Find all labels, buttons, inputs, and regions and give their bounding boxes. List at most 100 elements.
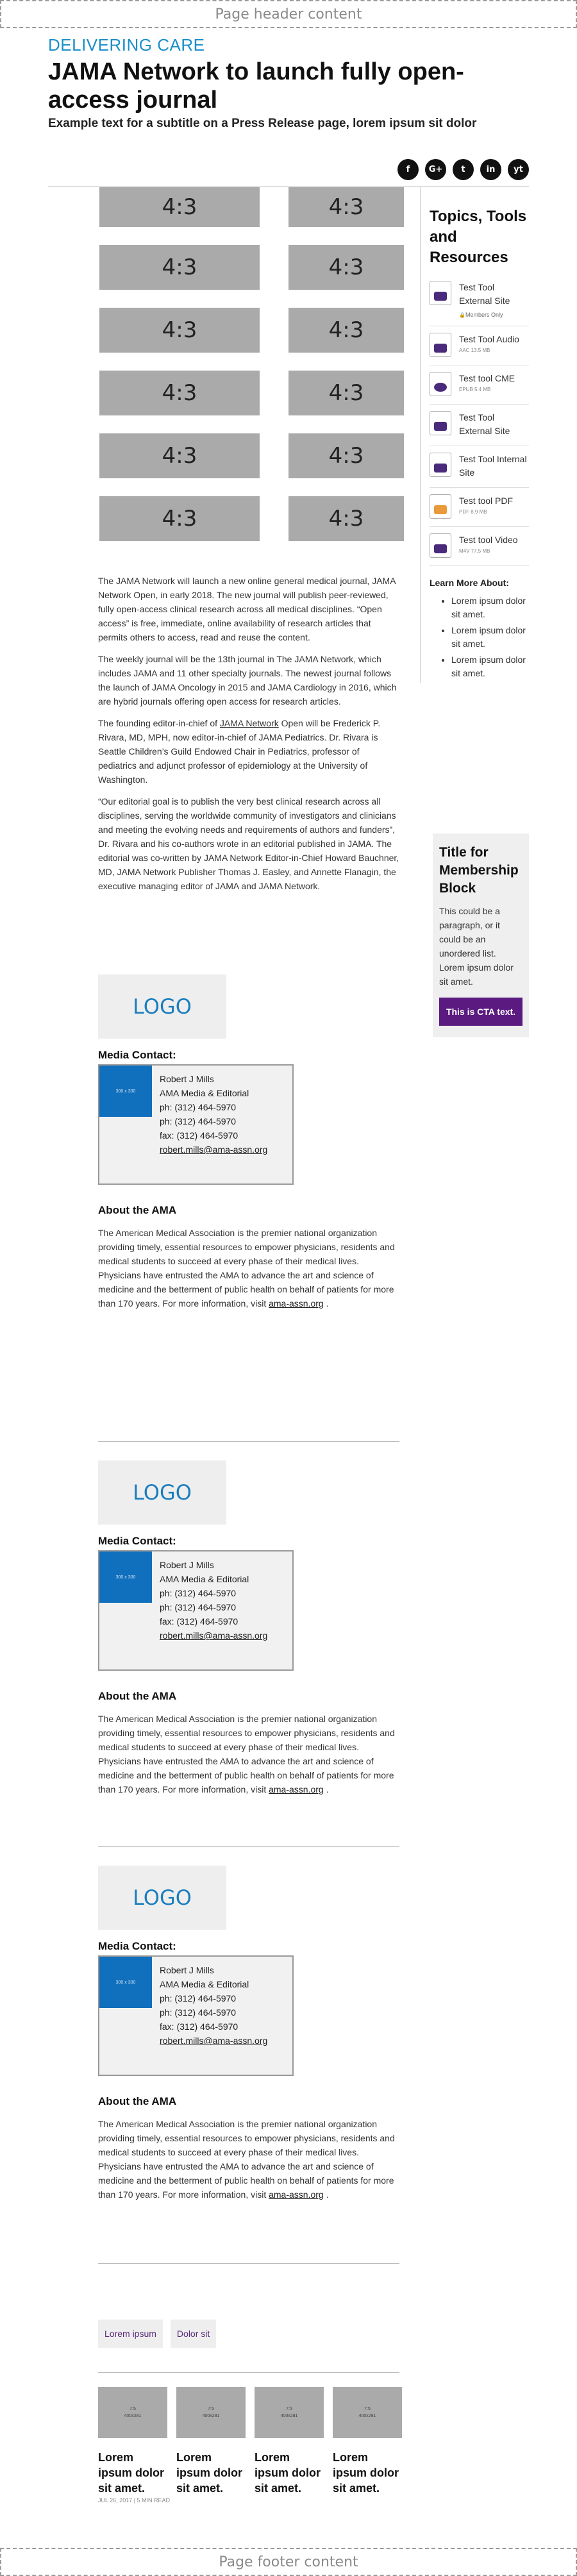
section-divider (98, 2263, 399, 2264)
media-contact-section: LOGO Media Contact: 300 x 300 Robert J M… (98, 1460, 399, 1796)
learn-more-list: Lorem ipsum dolor sit amet. Lorem ipsum … (451, 594, 529, 680)
article-paragraph: “Our editorial goal is to publish the ve… (98, 796, 399, 891)
related-article-title[interactable]: Lorem ipsum dolor sit amet. (98, 2450, 167, 2496)
avatar: 300 x 300 (99, 1551, 152, 1603)
contact-org: AMA Media & Editorial (160, 1574, 249, 1584)
article-paragraph: The JAMA Network will launch a new onlin… (98, 576, 396, 642)
tool-item[interactable]: Test Tool Internal Site (430, 446, 529, 488)
facebook-icon[interactable]: f (397, 159, 419, 180)
related-article-thumbnail: 7:5 400x281 (255, 2387, 324, 2438)
contact-fax: fax: (312) 464-5970 (160, 2021, 238, 2032)
members-only-badge: Members Only (459, 312, 529, 318)
tool-item[interactable]: Test Tool External Site (430, 405, 529, 446)
image-placeholder: 4:3 (288, 187, 404, 227)
related-article-thumbnail: 7:5 400x281 (333, 2387, 402, 2438)
contact-phone: ph: (312) 464-5970 (160, 1116, 237, 1126)
page-header: Page header content (0, 0, 577, 28)
learn-more-item[interactable]: Lorem ipsum dolor sit amet. (451, 594, 529, 621)
contact-phone: ph: (312) 464-5970 (160, 1993, 237, 2003)
related-article-thumbnail: 7:5 400x281 (98, 2387, 167, 2438)
logo: LOGO (98, 1866, 226, 1930)
logo: LOGO (98, 974, 226, 1039)
pdf-icon (430, 494, 451, 519)
about-text: The American Medical Association is the … (98, 1228, 395, 1309)
section-kicker[interactable]: DELIVERING CARE (48, 35, 205, 55)
article-body: The JAMA Network will launch a new onlin… (98, 574, 399, 901)
related-article-card[interactable]: 7:5 400x281 Lorem ipsum dolor sit amet. (98, 2387, 167, 2496)
audio-icon (430, 333, 451, 357)
tool-meta: AAC 13.5 MB (459, 347, 490, 353)
linkedin-icon[interactable]: in (480, 159, 501, 180)
tag-link[interactable]: Lorem ipsum (98, 2320, 163, 2348)
membership-text: This could be a paragraph, or it could b… (439, 906, 514, 987)
header-divider (48, 186, 529, 187)
avatar: 300 x 300 (99, 1957, 152, 2008)
tool-meta: EPUB 5.4 MB (459, 387, 491, 392)
tool-item[interactable]: Test tool CME EPUB 5.4 MB (430, 365, 529, 405)
contact-phone: ph: (312) 464-5970 (160, 1588, 237, 1598)
related-article-thumbnail: 7:5 400x281 (176, 2387, 246, 2438)
image-placeholder: 4:3 (99, 496, 260, 541)
tag-list: Lorem ipsum Dolor sit (98, 2320, 217, 2348)
related-article-title[interactable]: Lorem ipsum dolor sit amet. (176, 2450, 246, 2496)
tool-item[interactable]: Test tool Video M4V 77.5 MB (430, 527, 529, 566)
related-article-card[interactable]: 7:5 400x281 Lorem ipsum dolor sit amet. (333, 2387, 402, 2496)
membership-title: Title for Membership Block (439, 845, 519, 896)
ama-site-link[interactable]: ama-assn.org (269, 1298, 324, 1309)
learn-more-item[interactable]: Lorem ipsum dolor sit amet. (451, 624, 529, 651)
tool-name: Test tool Video (459, 535, 518, 545)
media-contact-section: LOGO Media Contact: 300 x 300 Robert J M… (98, 1866, 399, 2202)
tag-link[interactable]: Dolor sit (170, 2320, 217, 2348)
contact-org: AMA Media & Editorial (160, 1979, 249, 1989)
contact-email-link[interactable]: robert.mills@ama-assn.org (160, 2034, 267, 2048)
image-placeholder: 4:3 (288, 433, 404, 478)
ama-site-link[interactable]: ama-assn.org (269, 1784, 324, 1794)
contact-name: Robert J Mills (160, 1074, 214, 1084)
image-placeholder-grid: 4:3 4:3 4:3 4:3 4:3 4:3 4:3 4:3 4:3 4:3 … (99, 187, 404, 541)
tool-item[interactable]: Test Tool Audio AAC 13.5 MB (430, 326, 529, 365)
twitter-icon[interactable]: t (453, 159, 474, 180)
media-contact-label: Media Contact: (98, 1940, 176, 1952)
media-contact-label: Media Contact: (98, 1049, 176, 1061)
contact-phone: ph: (312) 464-5970 (160, 2007, 237, 2018)
section-divider (98, 1846, 399, 1847)
related-article-title[interactable]: Lorem ipsum dolor sit amet. (255, 2450, 324, 2496)
tool-meta: M4V 77.5 MB (459, 548, 490, 554)
avatar: 300 x 300 (99, 1066, 152, 1117)
ama-site-link[interactable]: ama-assn.org (269, 2189, 324, 2200)
google-plus-icon[interactable]: G+ (425, 159, 446, 180)
related-article-meta: JUL 26, 2017 | 5 MIN READ (98, 2497, 171, 2504)
tool-item[interactable]: Test tool PDF PDF 8.9 MB (430, 488, 529, 527)
image-placeholder: 4:3 (288, 496, 404, 541)
youtube-icon[interactable]: yt (508, 159, 529, 180)
section-divider (98, 2372, 399, 2373)
learn-more-heading: Learn More About: (430, 578, 509, 588)
cta-button[interactable]: This is CTA text. (439, 998, 523, 1026)
jama-network-link[interactable]: JAMA Network (220, 718, 279, 728)
external-site-icon (430, 411, 451, 435)
learn-more-item[interactable]: Lorem ipsum dolor sit amet. (451, 653, 529, 680)
related-article-title[interactable]: Lorem ipsum dolor sit amet. (333, 2450, 402, 2496)
tool-name: Test Tool External Site (459, 282, 510, 306)
page-title: JAMA Network to launch fully open-access… (48, 58, 464, 113)
about-heading: About the AMA (98, 1690, 177, 1702)
article-paragraph: The weekly journal will be the 13th jour… (98, 654, 397, 707)
contact-name: Robert J Mills (160, 1965, 214, 1975)
related-article-card[interactable]: 7:5 400x281 Lorem ipsum dolor sit amet. (176, 2387, 246, 2496)
tool-name: Test tool PDF (459, 496, 514, 506)
video-icon (430, 533, 451, 558)
article-paragraph: The founding editor-in-chief of JAMA Net… (98, 718, 381, 785)
tool-item[interactable]: Test Tool External Site Members Only (430, 274, 529, 326)
page-footer: Page footer content (0, 2548, 577, 2576)
tool-name: Test tool CME (459, 373, 515, 383)
contact-email-link[interactable]: robert.mills@ama-assn.org (160, 1142, 267, 1157)
contact-phone: ph: (312) 464-5970 (160, 1602, 237, 1612)
sidebar-heading: Topics, Tools and Resources (430, 208, 527, 266)
tool-name: Test Tool External Site (459, 412, 510, 436)
contact-email-link[interactable]: robert.mills@ama-assn.org (160, 1628, 267, 1643)
related-article-card[interactable]: 7:5 400x281 Lorem ipsum dolor sit amet. (255, 2387, 324, 2496)
image-placeholder: 4:3 (288, 371, 404, 415)
contact-fax: fax: (312) 464-5970 (160, 1130, 238, 1141)
contact-card: 300 x 300 Robert J Mills AMA Media & Edi… (98, 1955, 294, 2076)
image-placeholder: 4:3 (288, 245, 404, 290)
